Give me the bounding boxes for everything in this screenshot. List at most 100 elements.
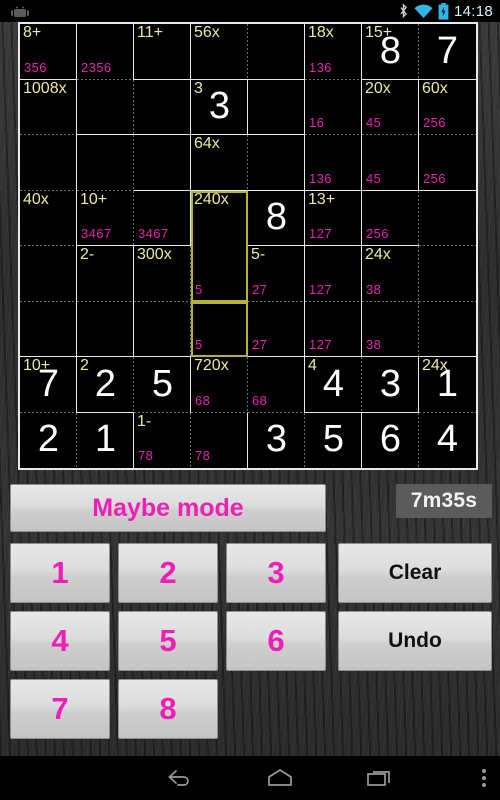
grid-cell-r7-c1[interactable]: 10+ 7 [20,357,77,413]
grid-cell-r8-c4[interactable]: 78 [191,412,248,468]
cell-candidates: 27 [252,281,268,297]
overflow-menu-icon[interactable] [482,756,486,800]
grid-cell-r5-c8[interactable] [419,246,476,302]
grid-cell-r8-c1[interactable]: 2 [20,412,77,468]
grid-cell-r4-c7[interactable]: 256 [362,190,419,246]
cage-border-bottom [305,356,362,357]
grid-cell-r7-c5[interactable]: 68 [248,357,305,413]
grid-cell-r2-c8[interactable]: 60x 256 [419,79,476,135]
cage-border-right [76,246,77,302]
grid-cell-r7-c4[interactable]: 720x 68 [191,357,248,413]
grid-cell-r6-c3[interactable] [134,301,191,357]
digit-button-4[interactable]: 4 [10,611,110,671]
grid-cell-r3-c7[interactable]: 45 [362,135,419,191]
grid-cell-r6-c4[interactable]: 5 [191,301,248,357]
cell-candidates: 136 [309,170,332,186]
grid-cell-r5-c3[interactable]: 300x [134,246,191,302]
grid-cell-r8-c7[interactable]: 6 [362,412,419,468]
maybe-mode-button[interactable]: Maybe mode [10,484,326,532]
grid-cell-r6-c8[interactable] [419,301,476,357]
grid-cell-r8-c8[interactable]: 4 [419,412,476,468]
grid-cell-r8-c3[interactable]: 1- 78 [134,412,191,468]
home-icon[interactable] [230,756,330,800]
grid-cell-r3-c5[interactable] [248,135,305,191]
grid-cell-r6-c6[interactable]: 127 [305,301,362,357]
grid-cell-r1-c4[interactable]: 56x [191,24,248,80]
undo-button[interactable]: Undo [338,611,492,671]
grid-cell-r2-c6[interactable]: 16 [305,79,362,135]
digit-button-6[interactable]: 6 [226,611,326,671]
grid-cell-r6-c5[interactable]: 27 [248,301,305,357]
grid-cell-r8-c6[interactable]: 5 [305,412,362,468]
cell-divider-bottom [305,300,362,302]
grid-cell-r5-c2[interactable]: 2- [77,246,134,302]
cage-label: 240x [194,190,229,208]
grid-cell-r5-c6[interactable]: 127 [305,246,362,302]
grid-cell-r7-c2[interactable]: 22 [77,357,134,413]
grid-cell-r8-c2[interactable]: 1 [77,412,134,468]
grid-cell-r4-c4[interactable]: 240x [191,190,248,246]
grid-cell-r8-c5[interactable]: 3 [248,412,305,468]
grid-cell-r2-c7[interactable]: 20x 45 [362,79,419,135]
grid-cell-r2-c5[interactable] [248,79,305,135]
back-arrow-icon[interactable] [130,756,230,800]
digit-button-7[interactable]: 7 [10,679,110,739]
grid-cell-r4-c8[interactable] [419,190,476,246]
clear-button[interactable]: Clear [338,543,492,603]
grid-cell-r2-c2[interactable] [77,79,134,135]
cell-divider-bottom [20,300,77,302]
grid-cell-r3-c2[interactable] [77,135,134,191]
grid-cell-r7-c6[interactable]: 44 [305,357,362,413]
grid-cell-r6-c2[interactable] [77,301,134,357]
cage-border-bottom [191,134,248,135]
grid-cell-r4-c1[interactable]: 40x [20,190,77,246]
grid-cell-r5-c4[interactable]: 5 [191,246,248,302]
grid-cell-r3-c6[interactable]: 136 [305,135,362,191]
cell-divider-bottom [362,134,419,135]
cage-label: 56x [194,24,220,41]
digit-button-2[interactable]: 2 [118,543,218,603]
cage-border-right [190,24,191,80]
cage-label: 2- [80,246,95,263]
grid-cell-r7-c3[interactable]: 5 [134,357,191,413]
grid-cell-r1-c5[interactable] [248,24,305,80]
cage-label: 1008x [23,79,67,97]
grid-cell-r1-c1[interactable]: 8+ 356 [20,24,77,80]
cell-candidates: 5 [195,337,203,352]
grid-cell-r1-c8[interactable]: 7 [419,24,476,80]
grid-cell-r3-c4[interactable]: 64x [191,135,248,191]
grid-cell-r6-c7[interactable]: 38 [362,301,419,357]
grid-cell-r1-c3[interactable]: 11+ [134,24,191,80]
grid-cell-r2-c4[interactable]: 33 [191,79,248,135]
grid-cell-r1-c6[interactable]: 18x 136 [305,24,362,80]
cell-divider-right [418,190,419,246]
grid-cell-r2-c3[interactable] [134,79,191,135]
grid-cell-r4-c3[interactable]: 3467 [134,190,191,246]
cell-value: 4 [436,418,459,461]
puzzle-grid[interactable]: 8+ 356 2356 11+ 56x 18x 136 15+ 8 7 1008x 3 3 16 20x 45… [18,22,478,470]
grid-cell-r5-c5[interactable]: 5- 27 [248,246,305,302]
grid-cell-r2-c1[interactable]: 1008x [20,79,77,135]
recents-icon[interactable] [330,756,430,800]
digit-button-8[interactable]: 8 [118,679,218,739]
grid-cell-r3-c1[interactable] [20,135,77,191]
grid-cell-r5-c7[interactable]: 24x 38 [362,246,419,302]
grid-cell-r5-c1[interactable] [20,246,77,302]
grid-cell-r3-c8[interactable]: 256 [419,135,476,191]
grid-cell-r1-c2[interactable]: 2356 [77,24,134,80]
digit-button-1[interactable]: 1 [10,543,110,603]
cell-candidates: 2356 [81,59,112,75]
timer-display: 7m35s [396,484,492,518]
cell-divider-bottom [419,134,476,135]
grid-cell-r1-c7[interactable]: 15+ 8 [362,24,419,80]
cage-label: 300x [137,246,172,263]
grid-cell-r4-c6[interactable]: 13+ 127 [305,190,362,246]
grid-cell-r7-c7[interactable]: 3 [362,357,419,413]
grid-cell-r7-c8[interactable]: 24x 1 [419,357,476,413]
grid-cell-r6-c1[interactable] [20,301,77,357]
digit-button-3[interactable]: 3 [226,543,326,603]
digit-button-5[interactable]: 5 [118,611,218,671]
grid-cell-r4-c2[interactable]: 10+ 3467 [77,190,134,246]
grid-cell-r3-c3[interactable] [134,135,191,191]
grid-cell-r4-c5[interactable]: 8 [248,190,305,246]
